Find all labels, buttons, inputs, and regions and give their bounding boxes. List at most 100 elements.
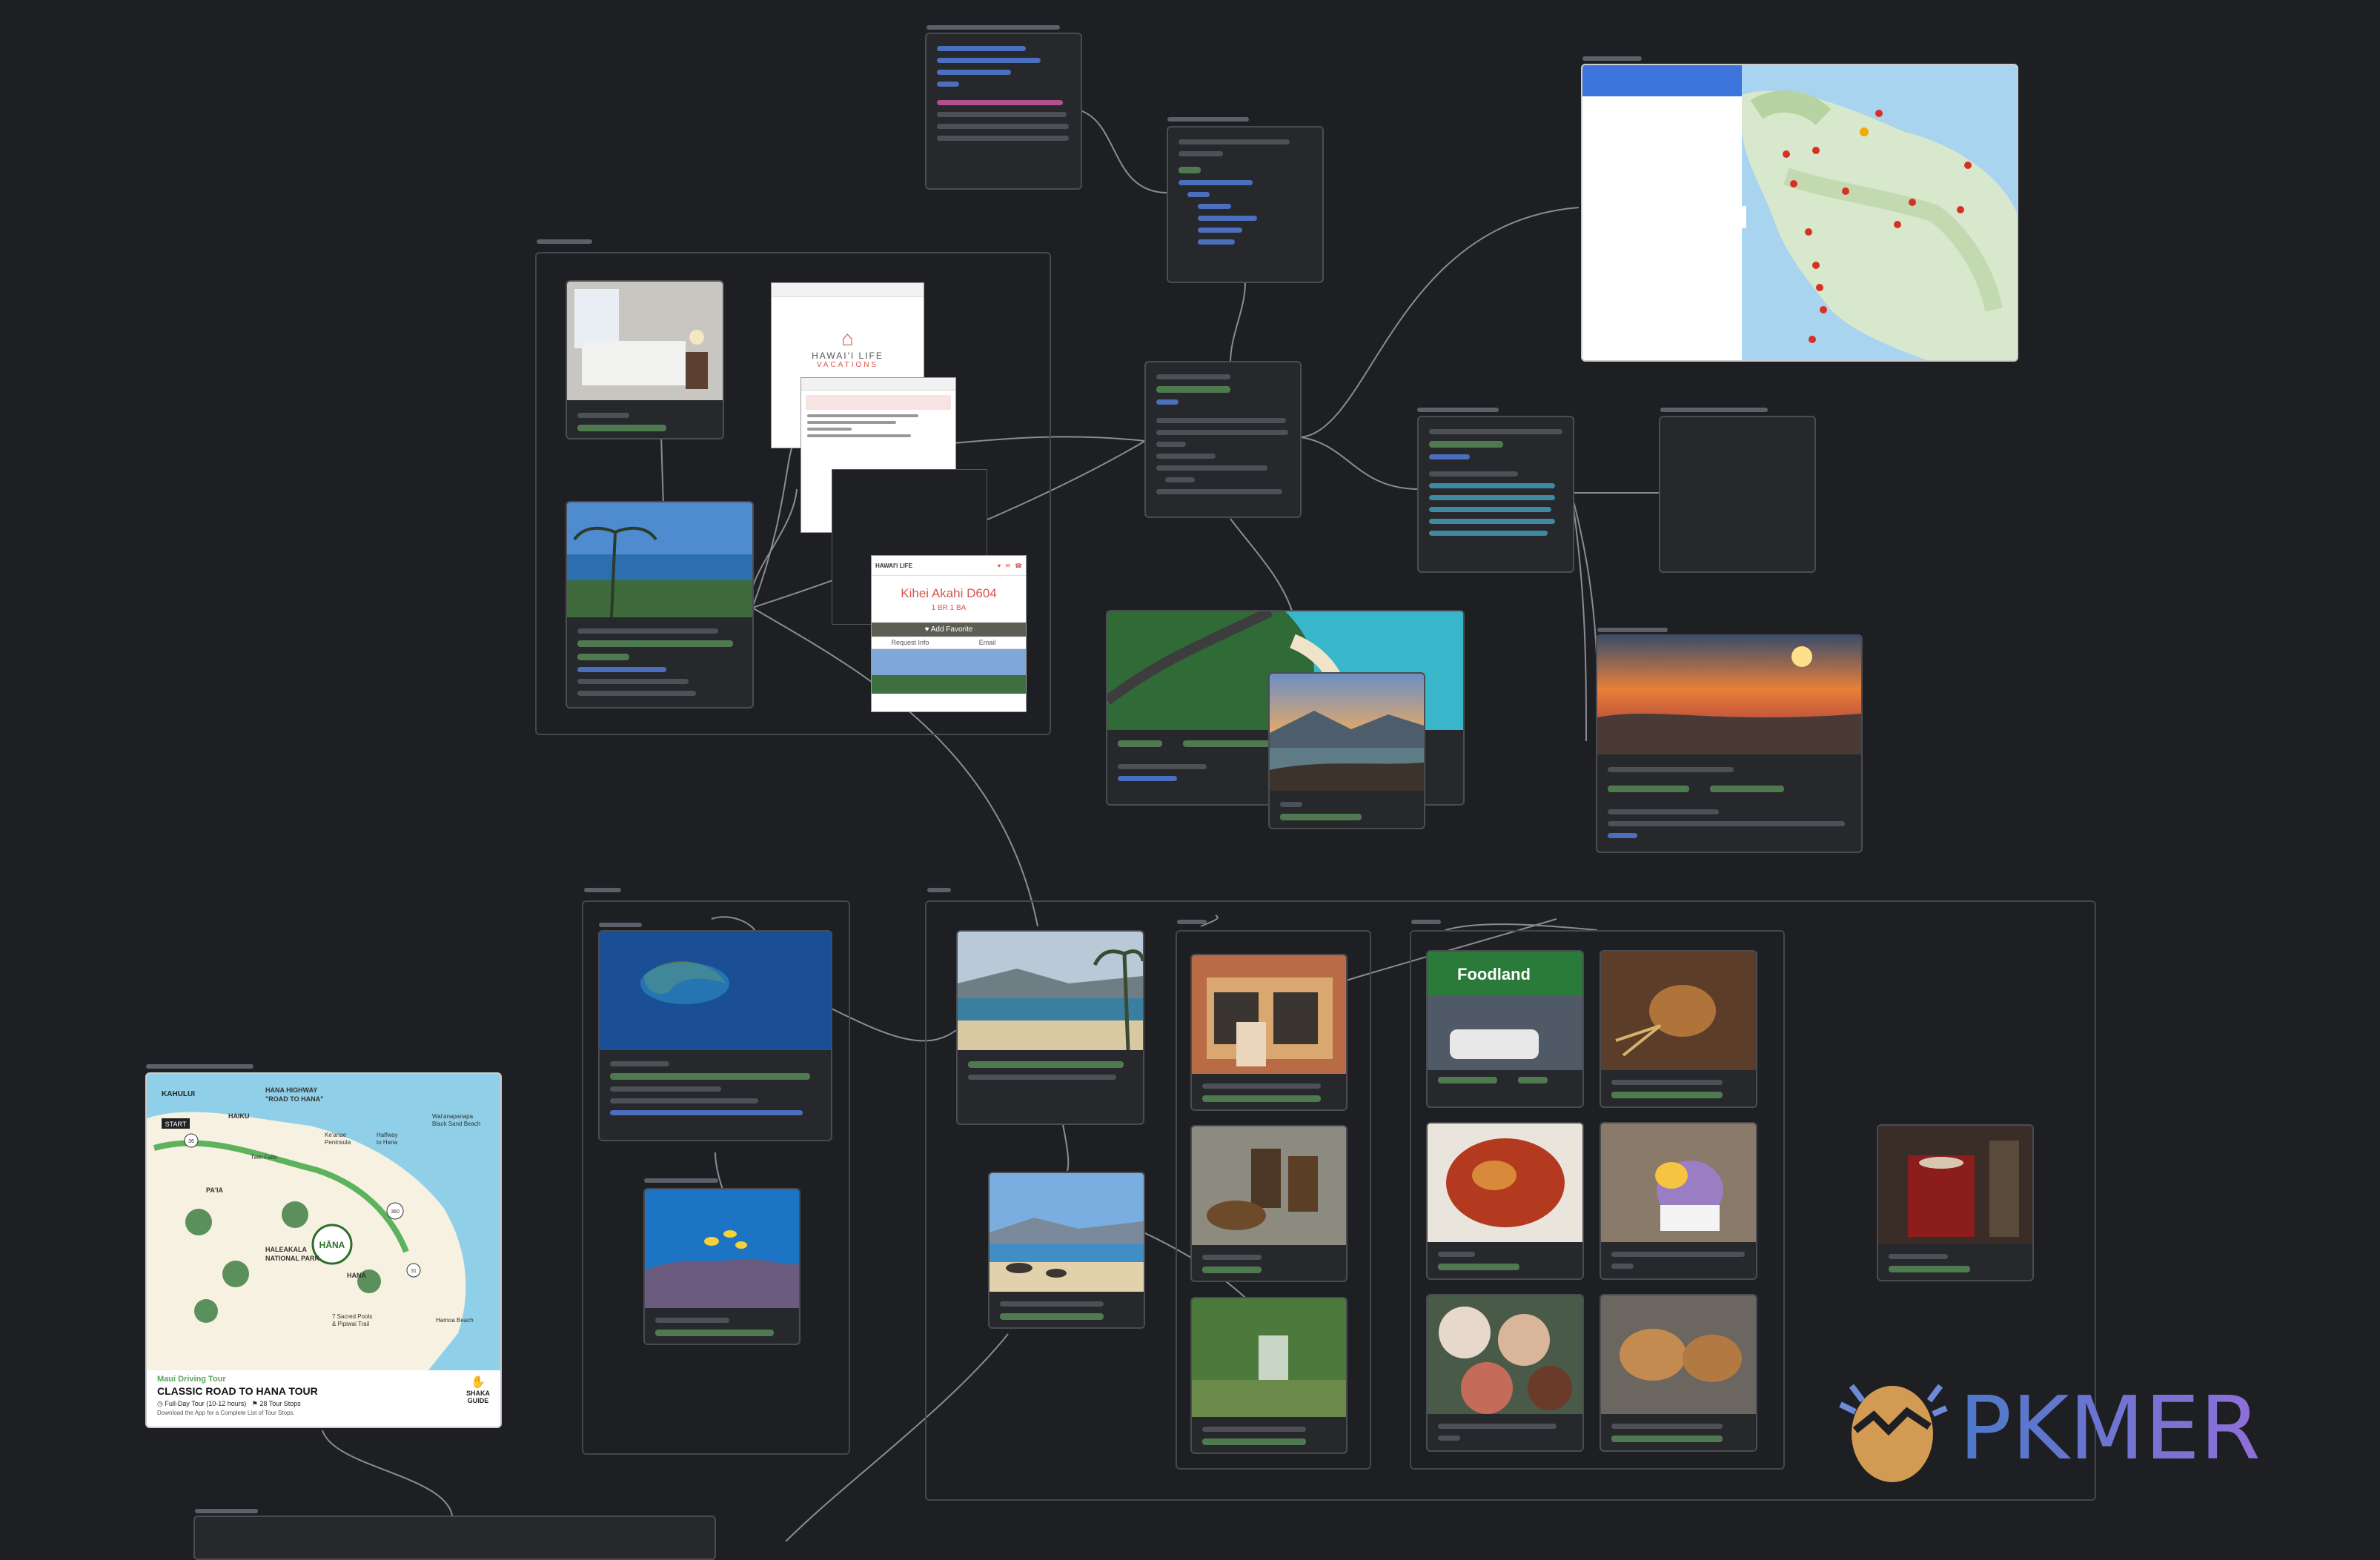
- listing-brand: HAWAI'I LIFE: [875, 562, 912, 569]
- card-header-label: [195, 1509, 258, 1513]
- map-viewport[interactable]: [1742, 65, 2018, 362]
- svg-text:START: START: [165, 1121, 187, 1128]
- note-card-list[interactable]: [1167, 126, 1324, 283]
- photo-card-reef[interactable]: [643, 1188, 800, 1345]
- map-sidebar-header: [1582, 65, 1742, 96]
- card-header-label: [927, 25, 1060, 30]
- photo-card-bedroom[interactable]: [566, 280, 724, 439]
- svg-text:PA'IA: PA'IA: [206, 1186, 223, 1194]
- card-header-label: [644, 1178, 718, 1183]
- svg-text:Wai'anapanapa: Wai'anapanapa: [432, 1113, 474, 1120]
- card-header-label: [599, 923, 642, 927]
- group-header-label: [537, 239, 592, 244]
- svg-text:HANA HIGHWAY: HANA HIGHWAY: [265, 1086, 317, 1094]
- note-card-links[interactable]: [1417, 416, 1574, 573]
- cafe-photo: [1192, 955, 1346, 1074]
- note-card-bottom[interactable]: [193, 1516, 716, 1560]
- beach-rocks-photo: [990, 1173, 1144, 1292]
- bedroom-photo: [567, 282, 723, 400]
- photo-card-foodland[interactable]: Foodland: [1426, 950, 1584, 1108]
- cocktail-photo: [1878, 1126, 2032, 1244]
- svg-text:Black Sand Beach: Black Sand Beach: [432, 1121, 480, 1127]
- svg-text:HAIKU: HAIKU: [228, 1112, 250, 1120]
- card-header-label: [1167, 117, 1249, 122]
- svg-text:to Hana: to Hana: [377, 1139, 398, 1146]
- photo-card-beach[interactable]: [956, 930, 1144, 1125]
- doc-brand-sub: VACATIONS: [816, 361, 879, 369]
- photo-card-bread[interactable]: [1600, 1294, 1757, 1452]
- group-header-label: [927, 888, 951, 892]
- svg-text:Ke'anae: Ke'anae: [325, 1132, 347, 1138]
- photo-card-iced-coffee[interactable]: [1190, 1125, 1348, 1282]
- heart-icon[interactable]: ♥: [998, 562, 1001, 569]
- photo-card-ocean-view[interactable]: [566, 501, 754, 708]
- sunset-photo: [1597, 636, 1861, 754]
- listing-title: Kihei Akahi D604: [901, 586, 997, 600]
- svg-text:31: 31: [411, 1269, 417, 1274]
- card-header-label: [146, 1064, 253, 1069]
- beach-mountain-photo: [1270, 674, 1424, 791]
- map-stops: 28 Tour Stops: [259, 1400, 301, 1407]
- listing-photo: [872, 649, 1026, 694]
- pkmer-wordmark: PKMER: [1959, 1377, 2261, 1479]
- pkmer-logo-icon: [1839, 1384, 1948, 1482]
- svg-text:HALEAKALA: HALEAKALA: [265, 1246, 307, 1253]
- photo-card-beach-sunset[interactable]: [1268, 672, 1425, 829]
- svg-text:HANA: HANA: [347, 1272, 366, 1279]
- add-favorite-button[interactable]: ♥ Add Favorite: [872, 623, 1026, 637]
- card-header-label: [1417, 408, 1499, 412]
- photo-card-cocktail[interactable]: [1877, 1124, 2034, 1281]
- shave-ice-photo: [1601, 1123, 1756, 1242]
- beach-photo: [958, 932, 1143, 1051]
- group-header-label: [1177, 920, 1207, 924]
- photo-card-pasta[interactable]: [1426, 1122, 1584, 1280]
- group-header-label: [584, 888, 621, 892]
- road-to-hana-map-card[interactable]: HĀNA KAHULUI START HANA HIGHWAY "ROAD TO…: [145, 1072, 502, 1428]
- molokini-photo: [600, 932, 831, 1050]
- photo-card-poke[interactable]: [1426, 1294, 1584, 1452]
- map-sidebar-panel[interactable]: [1582, 96, 1743, 360]
- photo-card-molokini[interactable]: [598, 930, 832, 1141]
- reef-fish-photo: [645, 1189, 799, 1308]
- map-download-note: Download the App for a Complete List of …: [157, 1410, 295, 1416]
- brand-line2: GUIDE: [467, 1397, 489, 1404]
- brand-line1: SHAKA: [465, 1390, 490, 1397]
- photo-card-shave-ice[interactable]: [1600, 1122, 1757, 1280]
- shaka-hand-icon: ✋: [471, 1376, 485, 1389]
- iced-coffee-photo: [1192, 1126, 1346, 1245]
- svg-text:7 Sacred Pools: 7 Sacred Pools: [332, 1313, 372, 1320]
- svg-text:NATIONAL PARK: NATIONAL PARK: [265, 1255, 319, 1262]
- poke-photo: [1428, 1295, 1582, 1414]
- map-duration: Full-Day Tour (10-12 hours): [165, 1400, 247, 1407]
- note-card-itinerary[interactable]: [1144, 361, 1302, 518]
- photo-card-sunset[interactable]: [1596, 634, 1863, 853]
- house-icon: ⌂: [841, 327, 854, 350]
- svg-text:KAHULUI: KAHULUI: [162, 1090, 195, 1098]
- svg-text:360: 360: [391, 1209, 400, 1215]
- phone-icon[interactable]: ☎: [1015, 562, 1022, 569]
- note-card-empty[interactable]: [1659, 416, 1816, 573]
- foodland-sign: Foodland: [1457, 965, 1531, 983]
- svg-text:Hamoa Beach: Hamoa Beach: [436, 1317, 474, 1324]
- burger-photo: [1601, 952, 1756, 1070]
- embedded-map-card[interactable]: [1581, 64, 2018, 362]
- flag-icon: ⚑: [251, 1400, 258, 1407]
- listing-subtitle: 1 BR 1 BA: [931, 604, 967, 612]
- email-button[interactable]: Email: [949, 637, 1026, 648]
- svg-text:Twin Falls: Twin Falls: [251, 1154, 277, 1161]
- photo-card-garden[interactable]: [1190, 1297, 1348, 1454]
- svg-text:Peninsula: Peninsula: [325, 1139, 351, 1146]
- card-header-label: [1660, 408, 1768, 412]
- photo-card-burger[interactable]: [1600, 950, 1757, 1108]
- note-card-code[interactable]: [925, 33, 1082, 190]
- svg-text:& Pipiwai Trail: & Pipiwai Trail: [332, 1321, 369, 1327]
- mail-icon[interactable]: ✉: [1005, 562, 1010, 569]
- foodland-photo: Foodland: [1428, 952, 1582, 1070]
- listing-preview[interactable]: HAWAI'I LIFE ♥ ✉ ☎ Kihei Akahi D604 1 BR…: [871, 555, 1027, 712]
- map-region: Maui Driving Tour: [157, 1375, 226, 1384]
- photo-card-beach-2[interactable]: [988, 1172, 1145, 1329]
- photo-card-cafe[interactable]: [1190, 954, 1348, 1111]
- map-title: CLASSIC ROAD TO HANA TOUR: [157, 1385, 318, 1397]
- garden-photo: [1192, 1298, 1346, 1417]
- request-info-button[interactable]: Request Info: [872, 637, 949, 648]
